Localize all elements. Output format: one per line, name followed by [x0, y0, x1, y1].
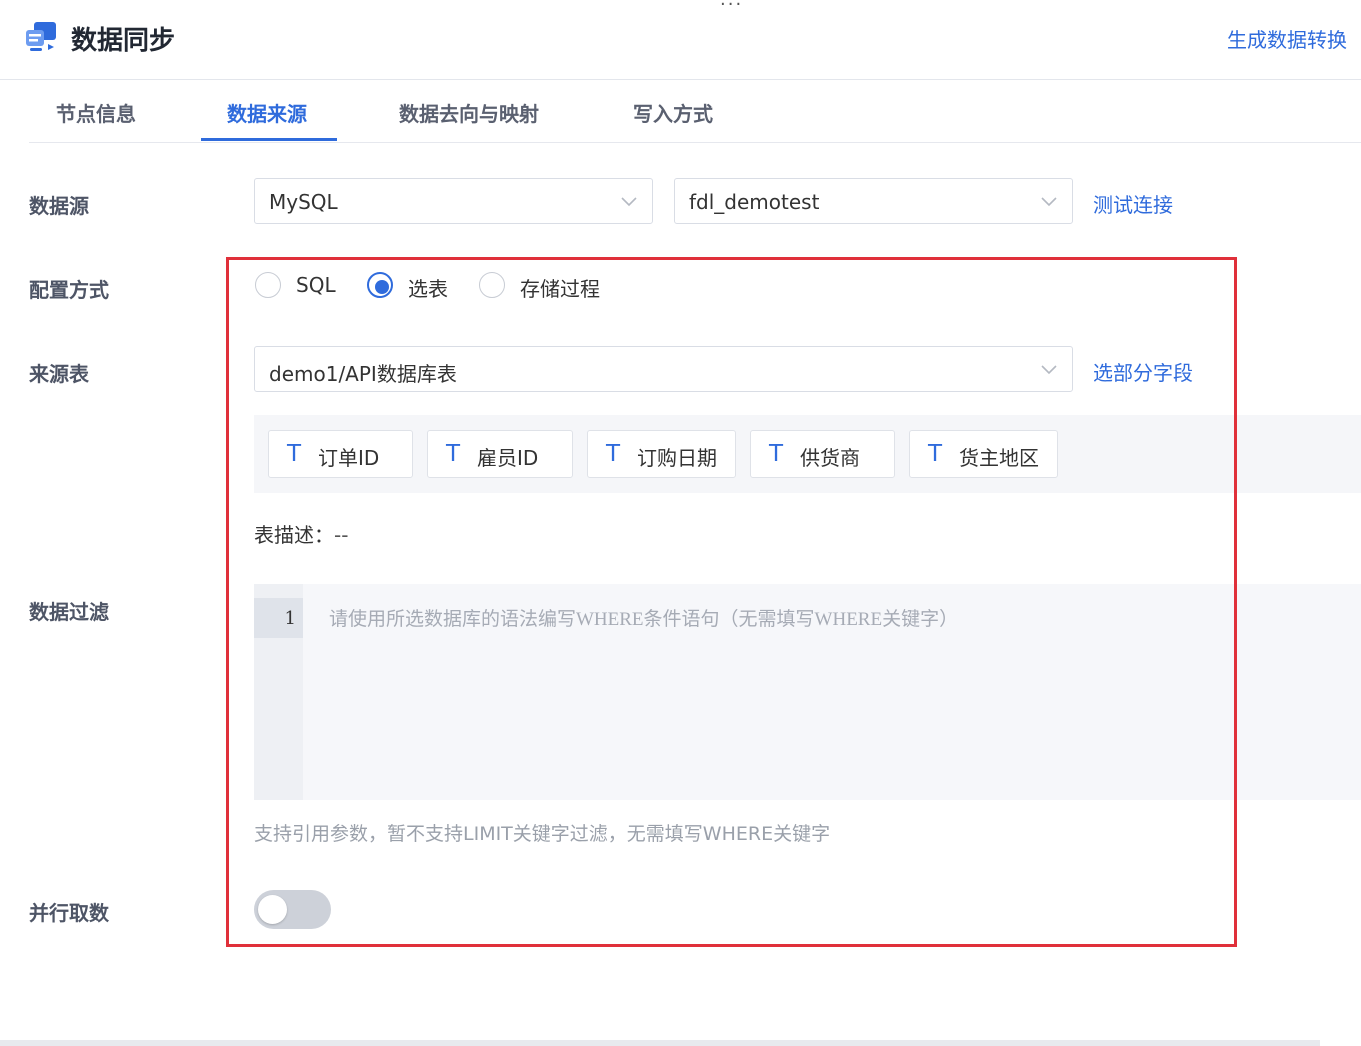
page-header: 数据同步 生成数据转换: [0, 0, 1361, 80]
source-table-value: demo1/API数据库表: [269, 362, 457, 386]
data-sync-icon: [26, 22, 56, 51]
data-filter-hint: 支持引用参数，暂不支持LIMIT关键字过滤，无需填写WHERE关键字: [254, 823, 831, 845]
editor-gutter: 1: [254, 584, 303, 800]
chevron-down-icon: [1041, 197, 1057, 207]
text-type-icon: T: [606, 441, 621, 467]
datasource-connection-value: fdl_demotest: [689, 190, 820, 214]
field-name: 订单ID: [318, 446, 380, 470]
radio-select-table-label: 选表: [408, 277, 448, 301]
table-description-label: 表描述：: [254, 523, 334, 547]
active-tab-indicator: [201, 138, 337, 141]
text-type-icon: T: [928, 441, 943, 467]
line-number: 1: [284, 608, 296, 629]
tab-write-mode[interactable]: 写入方式: [633, 98, 713, 127]
radio-stored-procedure-label: 存储过程: [520, 277, 600, 301]
tab-data-destination-mapping[interactable]: 数据去向与映射: [399, 98, 539, 127]
radio-circle: [367, 272, 393, 298]
generate-data-transform-link[interactable]: 生成数据转换: [1227, 24, 1347, 53]
source-table-label: 来源表: [29, 362, 89, 386]
datasource-type-select[interactable]: MySQL: [254, 178, 653, 224]
config-mode-label: 配置方式: [29, 278, 109, 302]
text-type-icon: T: [287, 441, 302, 467]
field-name: 订购日期: [637, 446, 717, 470]
source-table-select[interactable]: demo1/API数据库表: [254, 346, 1073, 392]
editor-placeholder: 请使用所选数据库的语法编写WHERE条件语句（无需填写WHERE关键字）: [329, 609, 959, 630]
radio-dot: [375, 280, 389, 294]
parallel-fetch-label: 并行取数: [29, 901, 109, 925]
page-title: 数据同步: [71, 26, 176, 56]
radio-circle: [255, 272, 281, 298]
table-description-value: --: [334, 523, 349, 547]
datasource-connection-select[interactable]: fdl_demotest: [674, 178, 1073, 224]
field-name: 供货商: [800, 446, 860, 470]
field-name: 货主地区: [959, 446, 1039, 470]
test-connection-link[interactable]: 测试连接: [1093, 189, 1173, 218]
field-chip[interactable]: T 货主地区: [909, 430, 1058, 478]
field-list: T 订单ID T 雇员ID T 订购日期 T 供货商 T 货主地区: [254, 415, 1361, 493]
horizontal-scrollbar[interactable]: [0, 1040, 1320, 1046]
field-chip[interactable]: T 雇员ID: [427, 430, 573, 478]
text-type-icon: T: [769, 441, 784, 467]
field-chip[interactable]: T 订单ID: [268, 430, 413, 478]
data-filter-label: 数据过滤: [29, 600, 109, 624]
radio-sql-label: SQL: [296, 273, 336, 297]
tab-data-source[interactable]: 数据来源: [227, 98, 307, 127]
field-chip[interactable]: T 订购日期: [587, 430, 736, 478]
radio-circle: [479, 272, 505, 298]
tab-node-info[interactable]: 节点信息: [56, 98, 136, 127]
chevron-down-icon: [621, 197, 637, 207]
table-description: 表描述：--: [254, 519, 348, 548]
select-partial-fields-link[interactable]: 选部分字段: [1093, 357, 1193, 386]
datasource-label: 数据源: [29, 194, 89, 218]
toggle-knob: [258, 895, 287, 924]
field-chip[interactable]: T 供货商: [750, 430, 895, 478]
chevron-down-icon: [1041, 365, 1057, 375]
where-clause-editor[interactable]: 1 请使用所选数据库的语法编写WHERE条件语句（无需填写WHERE关键字）: [254, 584, 1361, 800]
datasource-type-value: MySQL: [269, 190, 338, 214]
text-type-icon: T: [446, 441, 461, 467]
field-name: 雇员ID: [477, 446, 539, 470]
tab-bar: 节点信息 数据来源 数据去向与映射 写入方式: [29, 80, 1361, 143]
parallel-fetch-toggle[interactable]: [254, 890, 331, 929]
